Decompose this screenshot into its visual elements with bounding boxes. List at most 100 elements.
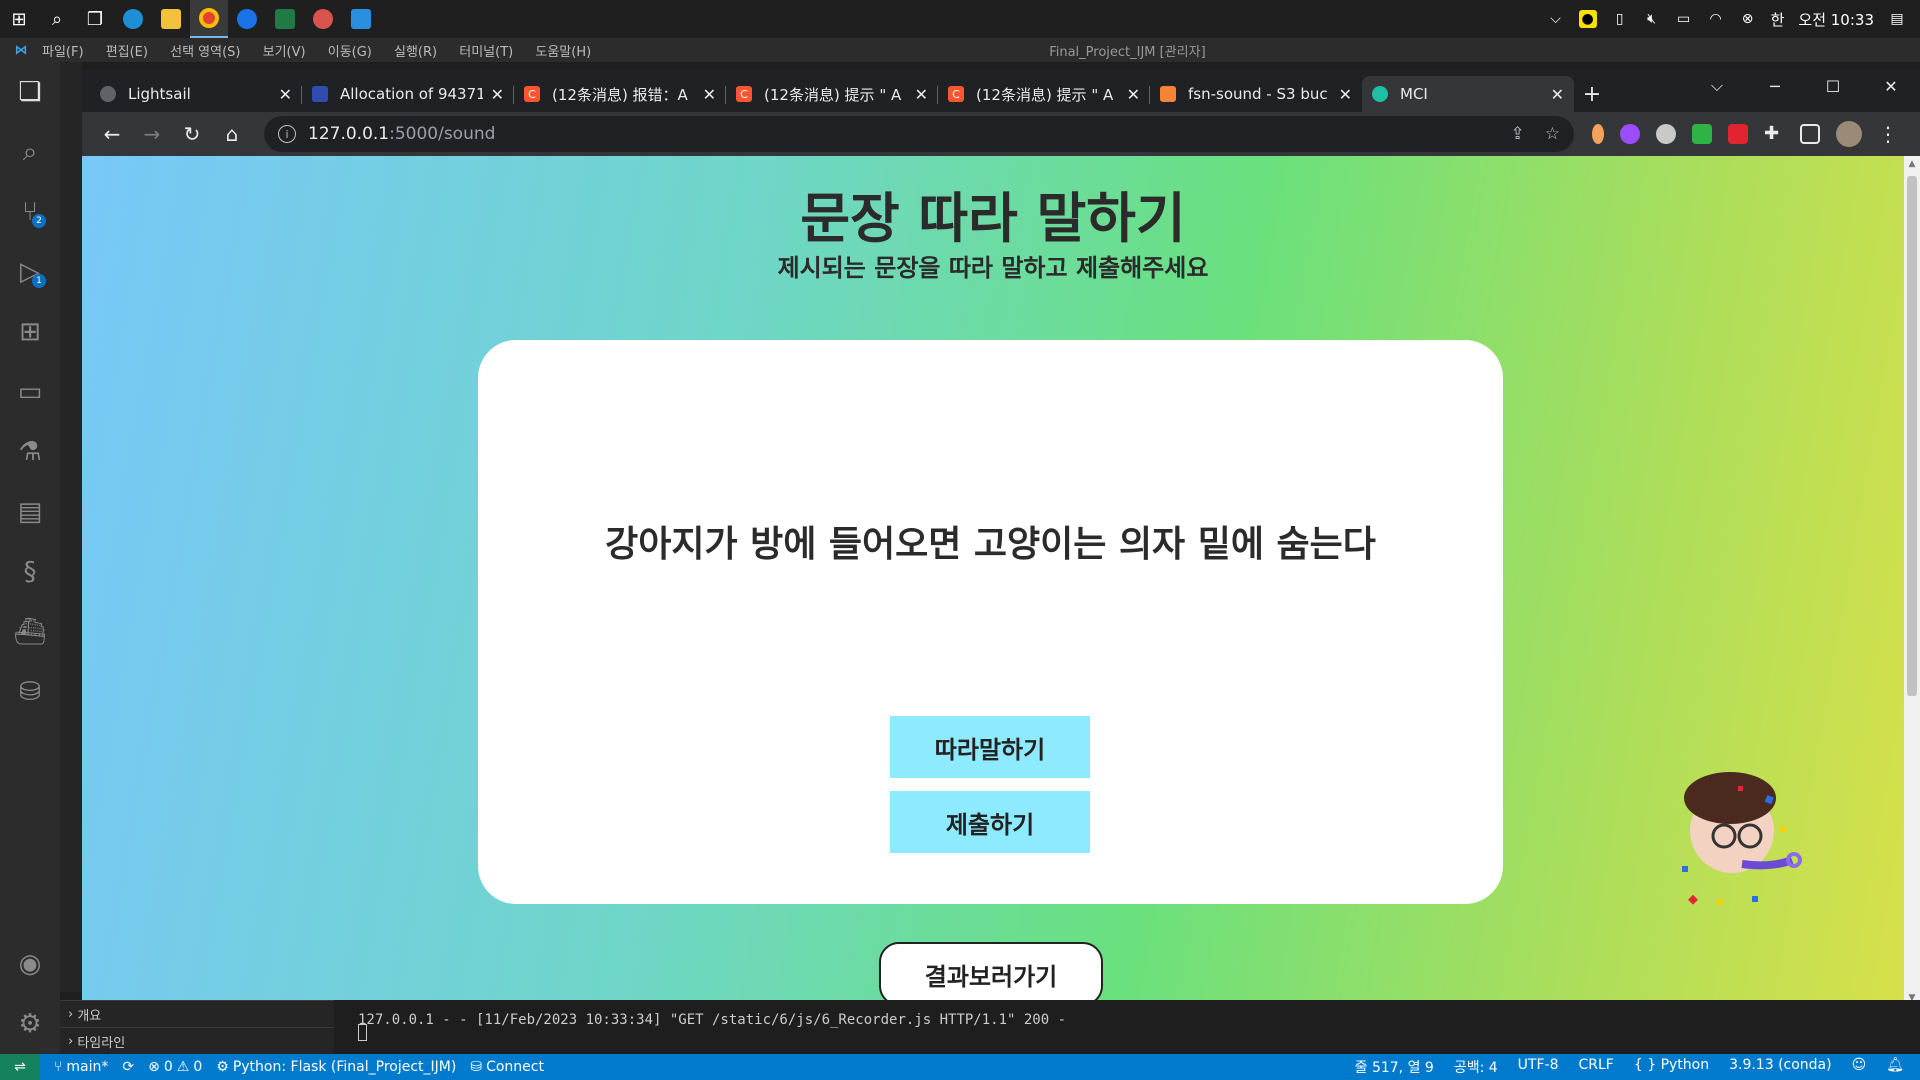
menu-help[interactable]: 도움말(H) [535, 45, 591, 60]
bell-icon[interactable]: 🔔︎ [1886, 1057, 1904, 1077]
close-window-icon[interactable]: ✕ [1862, 70, 1920, 102]
forward-icon[interactable]: → [132, 114, 172, 154]
remote-explorer-icon[interactable]: ▭ [0, 362, 60, 422]
page-scrollbar[interactable]: ▲ ▼ [1904, 156, 1920, 1006]
reload-icon[interactable]: ↻ [172, 114, 212, 154]
terminal-panel[interactable]: 127.0.0.1 - - [11/Feb/2023 10:33:34] "GE… [334, 1000, 1920, 1054]
testing-icon[interactable]: ⚗ [0, 422, 60, 482]
extension-shield-icon[interactable] [1692, 124, 1712, 144]
scrollbar-thumb[interactable] [1907, 176, 1917, 696]
tab-allocation[interactable]: Allocation of 94371 ✕ [302, 76, 514, 112]
edge-icon[interactable] [114, 0, 152, 38]
side-panel-icon[interactable] [1800, 124, 1820, 144]
extension-orange-icon[interactable] [1592, 124, 1604, 144]
bookmark-star-icon[interactable]: ☆ [1545, 124, 1560, 144]
file-explorer-icon[interactable] [152, 0, 190, 38]
menu-run[interactable]: 실행(R) [394, 45, 437, 60]
connect-status[interactable]: ⛁ Connect [470, 1059, 544, 1075]
close-icon[interactable]: ✕ [491, 85, 504, 104]
tab-csdn-1[interactable]: C (12条消息) 报错：A ✕ [514, 76, 726, 112]
database-icon[interactable]: ⛁ [0, 662, 60, 722]
notebook-icon[interactable]: ▤ [0, 482, 60, 542]
line-ending[interactable]: CRLF [1578, 1057, 1613, 1077]
extension-red-icon[interactable] [1728, 124, 1748, 144]
extension-owl-icon[interactable] [1656, 124, 1676, 144]
notification-icon[interactable]: ▤ [1888, 10, 1906, 28]
address-bar[interactable]: i 127.0.0.1:5000/sound ⇪ ☆ [264, 116, 1574, 152]
chrome-menu-icon[interactable]: ⋮ [1878, 122, 1898, 146]
extensions-puzzle-icon[interactable]: ✚ [1764, 124, 1784, 144]
task-view-icon[interactable]: ❐ [76, 0, 114, 38]
menu-selection[interactable]: 선택 영역(S) [170, 45, 240, 60]
close-circle-icon[interactable]: ⊗ [1739, 10, 1757, 28]
ime-indicator[interactable]: 한 [1771, 9, 1785, 30]
battery-icon[interactable]: ▭ [1675, 10, 1693, 28]
python-interpreter[interactable]: 3.9.13 (conda) [1729, 1057, 1832, 1077]
wifi-icon[interactable]: ◠ [1707, 10, 1725, 28]
branch-status[interactable]: ⑂ main* [54, 1059, 108, 1075]
chevron-up-icon[interactable]: ⌵ [1547, 10, 1565, 28]
close-icon[interactable]: ✕ [1127, 85, 1140, 104]
docker-icon[interactable]: ⛴ [0, 602, 60, 662]
site-info-icon[interactable]: i [278, 125, 296, 143]
app-icon[interactable] [304, 0, 342, 38]
tab-csdn-3[interactable]: C (12条消息) 提示 " A ✕ [938, 76, 1150, 112]
menu-view[interactable]: 보기(V) [263, 45, 306, 60]
tab-s3-bucket[interactable]: fsn-sound - S3 buc ✕ [1150, 76, 1362, 112]
home-icon[interactable]: ⌂ [212, 114, 252, 154]
windows-start-icon[interactable]: ⊞ [0, 0, 38, 38]
view-results-button[interactable]: 결과보러가기 [879, 942, 1103, 1006]
scroll-up-icon[interactable]: ▲ [1904, 156, 1920, 172]
new-tab-button[interactable]: + [1574, 76, 1610, 112]
vscode-taskbar-icon[interactable] [342, 0, 380, 38]
bluetooth-app-icon[interactable] [228, 0, 266, 38]
tab-csdn-2[interactable]: C (12条消息) 提示 " A ✕ [726, 76, 938, 112]
run-debug-icon[interactable]: ▷ 1 [0, 242, 60, 302]
profile-avatar[interactable] [1836, 121, 1862, 147]
language-mode[interactable]: { } Python [1634, 1057, 1709, 1077]
explorer-icon[interactable]: ❏ [0, 62, 60, 122]
debug-config-status[interactable]: ⚙ Python: Flask (Final_Project_IJM) [216, 1059, 456, 1075]
menu-go[interactable]: 이동(G) [328, 45, 372, 60]
feedback-icon[interactable]: ☺ [1852, 1057, 1867, 1077]
submit-button[interactable]: 제출하기 [890, 791, 1090, 853]
close-icon[interactable]: ✕ [915, 85, 928, 104]
share-icon[interactable]: ⇪ [1511, 124, 1525, 144]
minimize-icon[interactable]: ─ [1746, 70, 1804, 102]
maximize-icon[interactable]: ☐ [1804, 70, 1862, 102]
encoding[interactable]: UTF-8 [1518, 1057, 1559, 1077]
settings-gear-icon[interactable]: ⚙ [0, 994, 60, 1054]
kakaotalk-icon[interactable]: ● [1578, 10, 1597, 28]
chrome-icon[interactable] [190, 0, 228, 38]
repeat-speak-button[interactable]: 따라말하기 [890, 716, 1090, 778]
outline-section[interactable]: › 개요 [60, 1000, 334, 1027]
sync-icon[interactable]: ⟳ [122, 1059, 134, 1075]
tab-mci[interactable]: MCI ✕ [1362, 76, 1574, 112]
menu-terminal[interactable]: 터미널(T) [459, 45, 513, 60]
menu-edit[interactable]: 편집(E) [106, 45, 148, 60]
volume-muted-icon[interactable]: 🔇︎ [1643, 10, 1661, 28]
clock[interactable]: 오전 10:33 [1798, 9, 1874, 30]
close-icon[interactable]: ✕ [1551, 85, 1564, 104]
account-icon[interactable]: ◉ [0, 934, 60, 994]
timeline-section[interactable]: › 타임라인 [60, 1027, 334, 1054]
cursor-position[interactable]: 줄 517, 열 9 [1355, 1057, 1434, 1077]
search-icon[interactable]: ⌕ [38, 0, 76, 38]
remote-icon[interactable]: ⇌ [0, 1054, 40, 1080]
indentation[interactable]: 공백: 4 [1454, 1057, 1498, 1077]
extension-moon-icon[interactable] [1620, 124, 1640, 144]
device-icon[interactable]: ▯ [1611, 10, 1629, 28]
source-control-icon[interactable]: ⑂ 2 [0, 182, 60, 242]
extensions-icon[interactable]: ⊞ [0, 302, 60, 362]
back-icon[interactable]: ← [92, 114, 132, 154]
close-icon[interactable]: ✕ [703, 85, 716, 104]
excel-icon[interactable] [266, 0, 304, 38]
problems-status[interactable]: ⊗ 0 ⚠ 0 [148, 1059, 202, 1075]
tab-lightsail[interactable]: Lightsail ✕ [90, 76, 302, 112]
tab-search-icon[interactable]: ⌵ [1688, 70, 1746, 102]
search-activity-icon[interactable]: ⌕ [0, 122, 60, 182]
menu-file[interactable]: 파일(F) [42, 45, 84, 60]
close-icon[interactable]: ✕ [279, 85, 292, 104]
python-icon[interactable]: § [0, 542, 60, 602]
close-icon[interactable]: ✕ [1339, 85, 1352, 104]
